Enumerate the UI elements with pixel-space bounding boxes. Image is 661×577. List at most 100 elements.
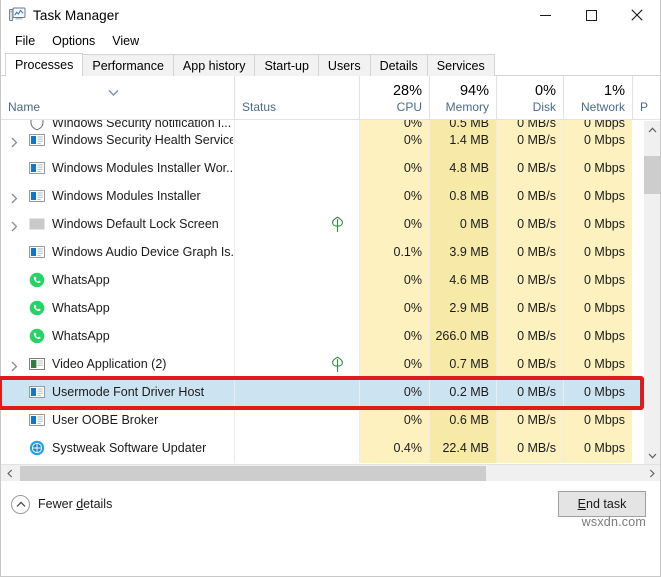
column-header-disk[interactable]: 0% Disk bbox=[496, 76, 563, 120]
cell-name[interactable]: Usermode Font Driver Host bbox=[1, 378, 233, 406]
blank-icon bbox=[29, 216, 45, 232]
chevron-right-icon[interactable] bbox=[10, 219, 21, 231]
tab-details[interactable]: Details bbox=[369, 54, 428, 76]
chevron-right-icon[interactable] bbox=[10, 359, 21, 371]
cell-name[interactable]: Video Application (2) bbox=[1, 350, 233, 378]
cell-status bbox=[234, 266, 358, 294]
vertical-scroll-thumb[interactable] bbox=[644, 156, 660, 194]
cell-disk: 0 MB/s bbox=[517, 133, 556, 147]
table-row[interactable]: Windows Audio Device Graph Is... 0.1% 3.9 … bbox=[1, 238, 660, 266]
cell-memory: 2.9 MB bbox=[449, 301, 489, 315]
cell-name[interactable]: Windows Modules Installer Wor... bbox=[1, 154, 233, 182]
generic-process-icon bbox=[29, 384, 45, 400]
column-header-partial[interactable]: P bbox=[632, 76, 661, 120]
cell-status bbox=[234, 434, 358, 462]
vertical-scrollbar[interactable] bbox=[644, 121, 660, 464]
cell-name[interactable]: WhatsApp bbox=[1, 266, 233, 294]
table-row[interactable]: WhatsApp 0% 266.0 MB 0 MB/s 0 Mbps bbox=[1, 322, 660, 350]
table-row[interactable]: Windows Modules Installer 0% 0.8 MB 0 MB/s 0… bbox=[1, 182, 660, 210]
chevron-right-icon[interactable] bbox=[10, 135, 21, 147]
column-separator bbox=[234, 120, 235, 463]
column-header-network[interactable]: 1% Network bbox=[563, 76, 632, 120]
column-header-memory[interactable]: 94% Memory bbox=[429, 76, 496, 120]
process-name: WhatsApp bbox=[52, 329, 110, 343]
table-row[interactable]: Video Application (2) 0% 0.7 MB 0 MB/s 0 Mbp… bbox=[1, 350, 660, 378]
end-task-button[interactable]: End task bbox=[558, 491, 646, 517]
process-name: User OOBE Broker bbox=[52, 413, 159, 427]
column-header-cpu[interactable]: 28% CPU bbox=[359, 76, 429, 120]
tab-performance[interactable]: Performance bbox=[82, 54, 174, 76]
scroll-left-button[interactable] bbox=[1, 465, 18, 482]
tab-app-history[interactable]: App history bbox=[172, 54, 256, 76]
table-row[interactable]: Windows Security Health Service 0% 1.4 MB 0… bbox=[1, 126, 660, 154]
process-name: Systweak Software Updater bbox=[52, 441, 207, 455]
horizontal-scroll-thumb[interactable] bbox=[20, 466, 486, 481]
menu-options[interactable]: Options bbox=[45, 32, 103, 50]
cell-status bbox=[234, 462, 358, 463]
cell-name[interactable]: User OOBE Broker bbox=[1, 406, 233, 434]
menu-view[interactable]: View bbox=[105, 32, 147, 50]
tab-services[interactable]: Services bbox=[426, 54, 495, 76]
cell-name[interactable]: Systweak Software Updater bbox=[1, 434, 233, 462]
table-row[interactable]: Systweak Software Updater 0.4% 22.4 MB 0 MB… bbox=[1, 434, 660, 462]
column-header-name[interactable]: Name bbox=[1, 76, 234, 120]
cell-disk: 0 MB/s bbox=[517, 189, 556, 203]
cell-name[interactable]: Windows Modules Installer bbox=[1, 182, 233, 210]
table-row[interactable]: User OOBE Broker 0% 0.6 MB 0 MB/s 0 Mbps bbox=[1, 406, 660, 434]
window-title: Task Manager bbox=[33, 7, 119, 23]
cell-status bbox=[234, 322, 358, 350]
leaf-icon bbox=[332, 216, 343, 232]
cell-status bbox=[234, 182, 358, 210]
cell-name[interactable]: Windows Audio Device Graph Is... bbox=[1, 238, 233, 266]
fewer-details-button[interactable]: Fewer details bbox=[11, 494, 112, 514]
column-header-status[interactable]: Status bbox=[234, 76, 359, 120]
table-row[interactable]: WhatsApp 0% 2.9 MB 0 MB/s 0 Mbps bbox=[1, 294, 660, 322]
process-name: WhatsApp bbox=[52, 301, 110, 315]
column-header-cpu-label: CPU bbox=[396, 100, 422, 114]
chevron-down-icon bbox=[648, 453, 656, 459]
tab-processes[interactable]: Processes bbox=[5, 53, 84, 77]
cell-memory: 4.8 MB bbox=[449, 161, 489, 175]
horizontal-scrollbar[interactable] bbox=[1, 464, 660, 481]
table-header: Name Status 28% CPU 94% Memory 0% Disk 1… bbox=[1, 76, 660, 120]
cell-memory: 266.0 MB bbox=[435, 329, 489, 343]
cell-name[interactable]: Windows Default Lock Screen bbox=[1, 210, 233, 238]
cell-cpu: 0% bbox=[403, 189, 422, 203]
close-button[interactable] bbox=[614, 0, 660, 30]
column-header-network-label: Network bbox=[580, 100, 625, 114]
process-row-list[interactable]: Windows Security notification i... 0% 0.5 … bbox=[1, 120, 660, 463]
table-row[interactable]: Windows Modules Installer Wor... 0% 4.8 MB… bbox=[1, 154, 660, 182]
cell-name[interactable]: Windows Security Health Service bbox=[1, 126, 233, 154]
cell-network: 0 Mbps bbox=[563, 462, 632, 463]
cell-memory: 0.6 MB bbox=[449, 413, 489, 427]
scroll-right-button[interactable] bbox=[643, 465, 660, 482]
scroll-up-button[interactable] bbox=[644, 121, 660, 138]
cell-cpu: 0% bbox=[403, 161, 422, 175]
tab-users[interactable]: Users bbox=[317, 54, 371, 76]
tab-start-up[interactable]: Start-up bbox=[254, 54, 319, 76]
cell-name[interactable]: System Guard Runtime Monitor... bbox=[1, 462, 233, 463]
table-row[interactable]: Windows Default Lock Screen 0% 0 MB 0 MB/s 0… bbox=[1, 210, 660, 238]
video-app-icon bbox=[29, 356, 45, 372]
process-name: Windows Modules Installer bbox=[52, 189, 201, 203]
maximize-button[interactable] bbox=[568, 0, 614, 30]
minimize-button[interactable] bbox=[522, 0, 568, 30]
end-task-label-rest: nd task bbox=[586, 497, 627, 511]
cell-network: 0 Mbps bbox=[584, 273, 625, 287]
cell-disk: 0 MB/s bbox=[517, 441, 556, 455]
column-header-disk-label: Disk bbox=[532, 100, 556, 114]
cell-memory: 1.4 MB bbox=[449, 133, 489, 147]
scroll-down-button[interactable] bbox=[644, 447, 660, 464]
table-row[interactable]: System Guard Runtime Monitor...0%3.4 MB0… bbox=[1, 462, 660, 463]
cell-name[interactable]: WhatsApp bbox=[1, 322, 233, 350]
table-row[interactable]: Usermode Font Driver Host 0% 0.2 MB 0 MB/s 0… bbox=[1, 378, 660, 406]
chevron-right-icon[interactable] bbox=[10, 191, 21, 203]
cell-name[interactable]: WhatsApp bbox=[1, 294, 233, 322]
table-row[interactable]: WhatsApp 0% 4.6 MB 0 MB/s 0 Mbps bbox=[1, 266, 660, 294]
generic-process-icon bbox=[29, 132, 45, 148]
cell-memory: 22.4 MB bbox=[442, 441, 489, 455]
process-name: Usermode Font Driver Host bbox=[52, 385, 205, 399]
generic-process-icon bbox=[29, 244, 45, 260]
column-header-partial-label: P bbox=[640, 100, 649, 114]
menu-file[interactable]: File bbox=[8, 32, 43, 50]
